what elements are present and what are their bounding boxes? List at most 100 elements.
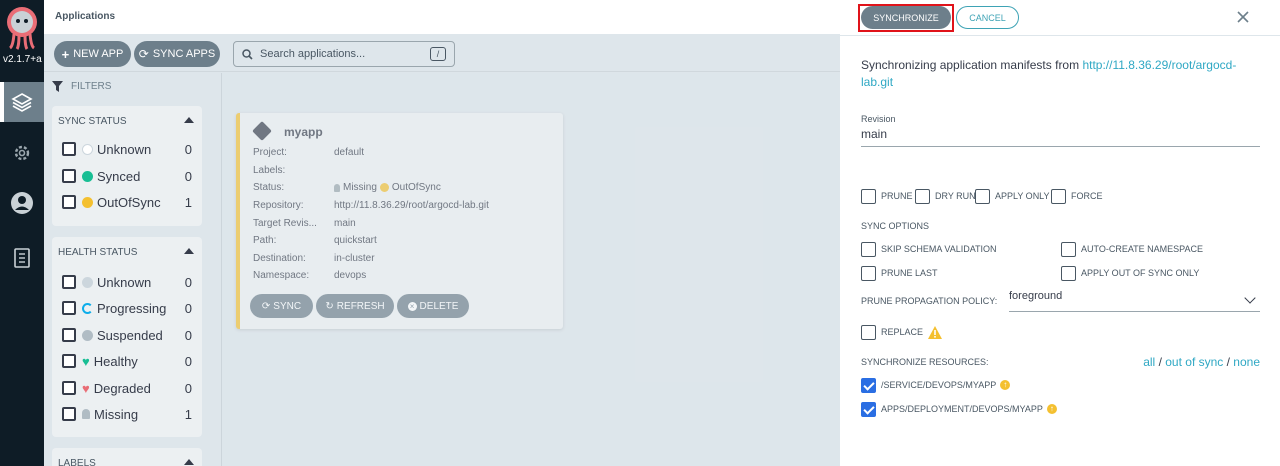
sync-apps-button[interactable]: ⟳ SYNC APPS [134,41,220,67]
filter-separator: / [1155,355,1166,369]
highlight-box [858,4,954,32]
resource-checkbox[interactable] [861,401,876,417]
filter-label: Synced [97,168,141,184]
select-all-link[interactable]: all [1143,355,1155,369]
filter-sync-unknown[interactable]: Unknown 0 [62,141,192,157]
checkbox[interactable] [62,142,76,156]
option-label: REPLACE [881,327,924,337]
option-label: PRUNE LAST [881,268,938,278]
search-placeholder: Search applications... [260,48,366,60]
auto-create-namespace-checkbox[interactable] [1061,241,1076,257]
filter-label: Progressing [97,300,167,316]
prune-last-checkbox[interactable] [861,265,876,281]
filter-health-degraded[interactable]: ♥ Degraded 0 [62,380,192,396]
argo-logo[interactable] [4,4,40,50]
cancel-label: CANCEL [969,12,1006,23]
option-label: PRUNE [881,191,913,201]
option-apply-out-of-sync-only[interactable]: APPLY OUT OF SYNC ONLY [1061,265,1199,281]
sync-status-panel: SYNC STATUS Unknown 0 Synced 0 OutOfSync… [52,106,202,226]
filter-health-healthy[interactable]: ♥ Healthy 0 [62,353,192,369]
labels-panel: LABELS [52,448,202,466]
dry-run-checkbox[interactable] [915,188,930,204]
health-status-panel: HEALTH STATUS Unknown 0 Progressing 0 Su… [52,237,202,437]
backdrop-overlay[interactable] [222,73,840,466]
spinner-icon [82,302,93,314]
sync-panel: SYNCHRONIZE CANCEL Synchronizing applica… [840,0,1280,466]
apply-only-checkbox[interactable] [975,188,990,204]
filter-health-missing[interactable]: Missing 1 [62,406,192,422]
sync-description: Synchronizing application manifests from… [861,58,1236,72]
option-auto-create-namespace[interactable]: AUTO-CREATE NAMESPACE [1061,241,1203,257]
filter-label: OutOfSync [97,194,161,210]
option-apply-only[interactable]: APPLY ONLY [975,188,1050,204]
close-icon[interactable] [1236,10,1250,24]
replace-checkbox[interactable] [861,324,876,340]
apply-out-of-sync-only-checkbox[interactable] [1061,265,1076,281]
collapse-caret-icon[interactable] [184,459,194,465]
search-input[interactable]: Search applications... / [233,41,455,67]
resource-service-myapp[interactable]: /SERVICE/DEVOPS/MYAPP ↑ [861,377,1011,393]
option-prune-last[interactable]: PRUNE LAST [861,265,938,281]
checkbox[interactable] [62,169,76,183]
option-replace[interactable]: REPLACE [861,324,943,340]
page-title: Applications [55,11,116,22]
repo-link[interactable]: http://11.8.36.29/root/argocd- [1082,58,1236,72]
resource-checkbox[interactable] [861,377,876,393]
checkbox[interactable] [62,354,76,368]
option-skip-schema-validation[interactable]: SKIP SCHEMA VALIDATION [861,241,997,257]
checkbox[interactable] [62,407,76,421]
new-app-label: NEW APP [73,48,124,60]
filter-sync-synced[interactable]: Synced 0 [62,168,192,184]
filters-sidebar: FILTERS SYNC STATUS Unknown 0 Synced 0 O… [44,73,222,466]
filter-health-progressing[interactable]: Progressing 0 [62,300,192,316]
prune-checkbox[interactable] [861,188,876,204]
force-checkbox[interactable] [1051,188,1066,204]
revision-label: Revision [861,114,896,124]
filter-separator: / [1223,355,1234,369]
filter-count: 0 [184,168,192,184]
repo-link-continued[interactable]: lab.git [861,75,893,89]
top-bar: Applications [44,0,840,34]
filter-health-unknown[interactable]: Unknown 0 [62,274,192,290]
collapse-caret-icon[interactable] [184,248,194,254]
new-app-button[interactable]: + NEW APP [54,41,131,67]
checkbox[interactable] [62,381,76,395]
resource-deployment-myapp[interactable]: APPS/DEPLOYMENT/DEVOPS/MYAPP ↑ [861,401,1057,417]
option-label: APPLY OUT OF SYNC ONLY [1081,268,1200,278]
option-force[interactable]: FORCE [1051,188,1103,204]
filter-sync-outofsync[interactable]: OutOfSync 1 [62,194,192,210]
cancel-button[interactable]: CANCEL [956,6,1019,29]
version-label: v2.1.7+a [3,54,42,65]
prune-policy-label: PRUNE PROPAGATION POLICY: [861,296,998,306]
warning-icon [928,325,943,339]
option-label: SKIP SCHEMA VALIDATION [881,244,997,254]
select-out-of-sync-link[interactable]: out of sync [1165,355,1223,369]
revision-input[interactable]: main [861,127,1260,147]
nav-applications[interactable] [0,82,44,122]
nav-documentation[interactable] [0,238,44,278]
checkbox[interactable] [62,195,76,209]
checkbox[interactable] [62,301,76,315]
skip-schema-validation-checkbox[interactable] [861,241,876,257]
resource-name: /SERVICE/DEVOPS/MYAPP [881,380,997,390]
checkbox[interactable] [62,275,76,289]
nav-user-info[interactable] [0,183,44,223]
filter-count: 0 [184,141,192,157]
sync-options-title: SYNC OPTIONS [861,221,930,231]
option-dry-run[interactable]: DRY RUN [915,188,976,204]
filter-count: 0 [184,300,192,316]
prune-policy-select[interactable]: foreground [1009,290,1260,312]
select-none-link[interactable]: none [1233,355,1260,369]
option-prune[interactable]: PRUNE [861,188,913,204]
nav-settings[interactable] [0,133,44,173]
health-status-title: HEALTH STATUS [58,247,138,258]
arrow-up-circle-icon [82,196,93,208]
filter-health-suspended[interactable]: Suspended 0 [62,327,192,343]
filter-count: 0 [184,353,192,369]
sync-panel-header: SYNCHRONIZE CANCEL [840,0,1280,36]
filter-label: Healthy [93,353,138,369]
checkbox[interactable] [62,328,76,342]
sync-description-text: Synchronizing application manifests from [861,58,1083,72]
gear-icon [14,145,30,161]
collapse-caret-icon[interactable] [184,117,194,123]
